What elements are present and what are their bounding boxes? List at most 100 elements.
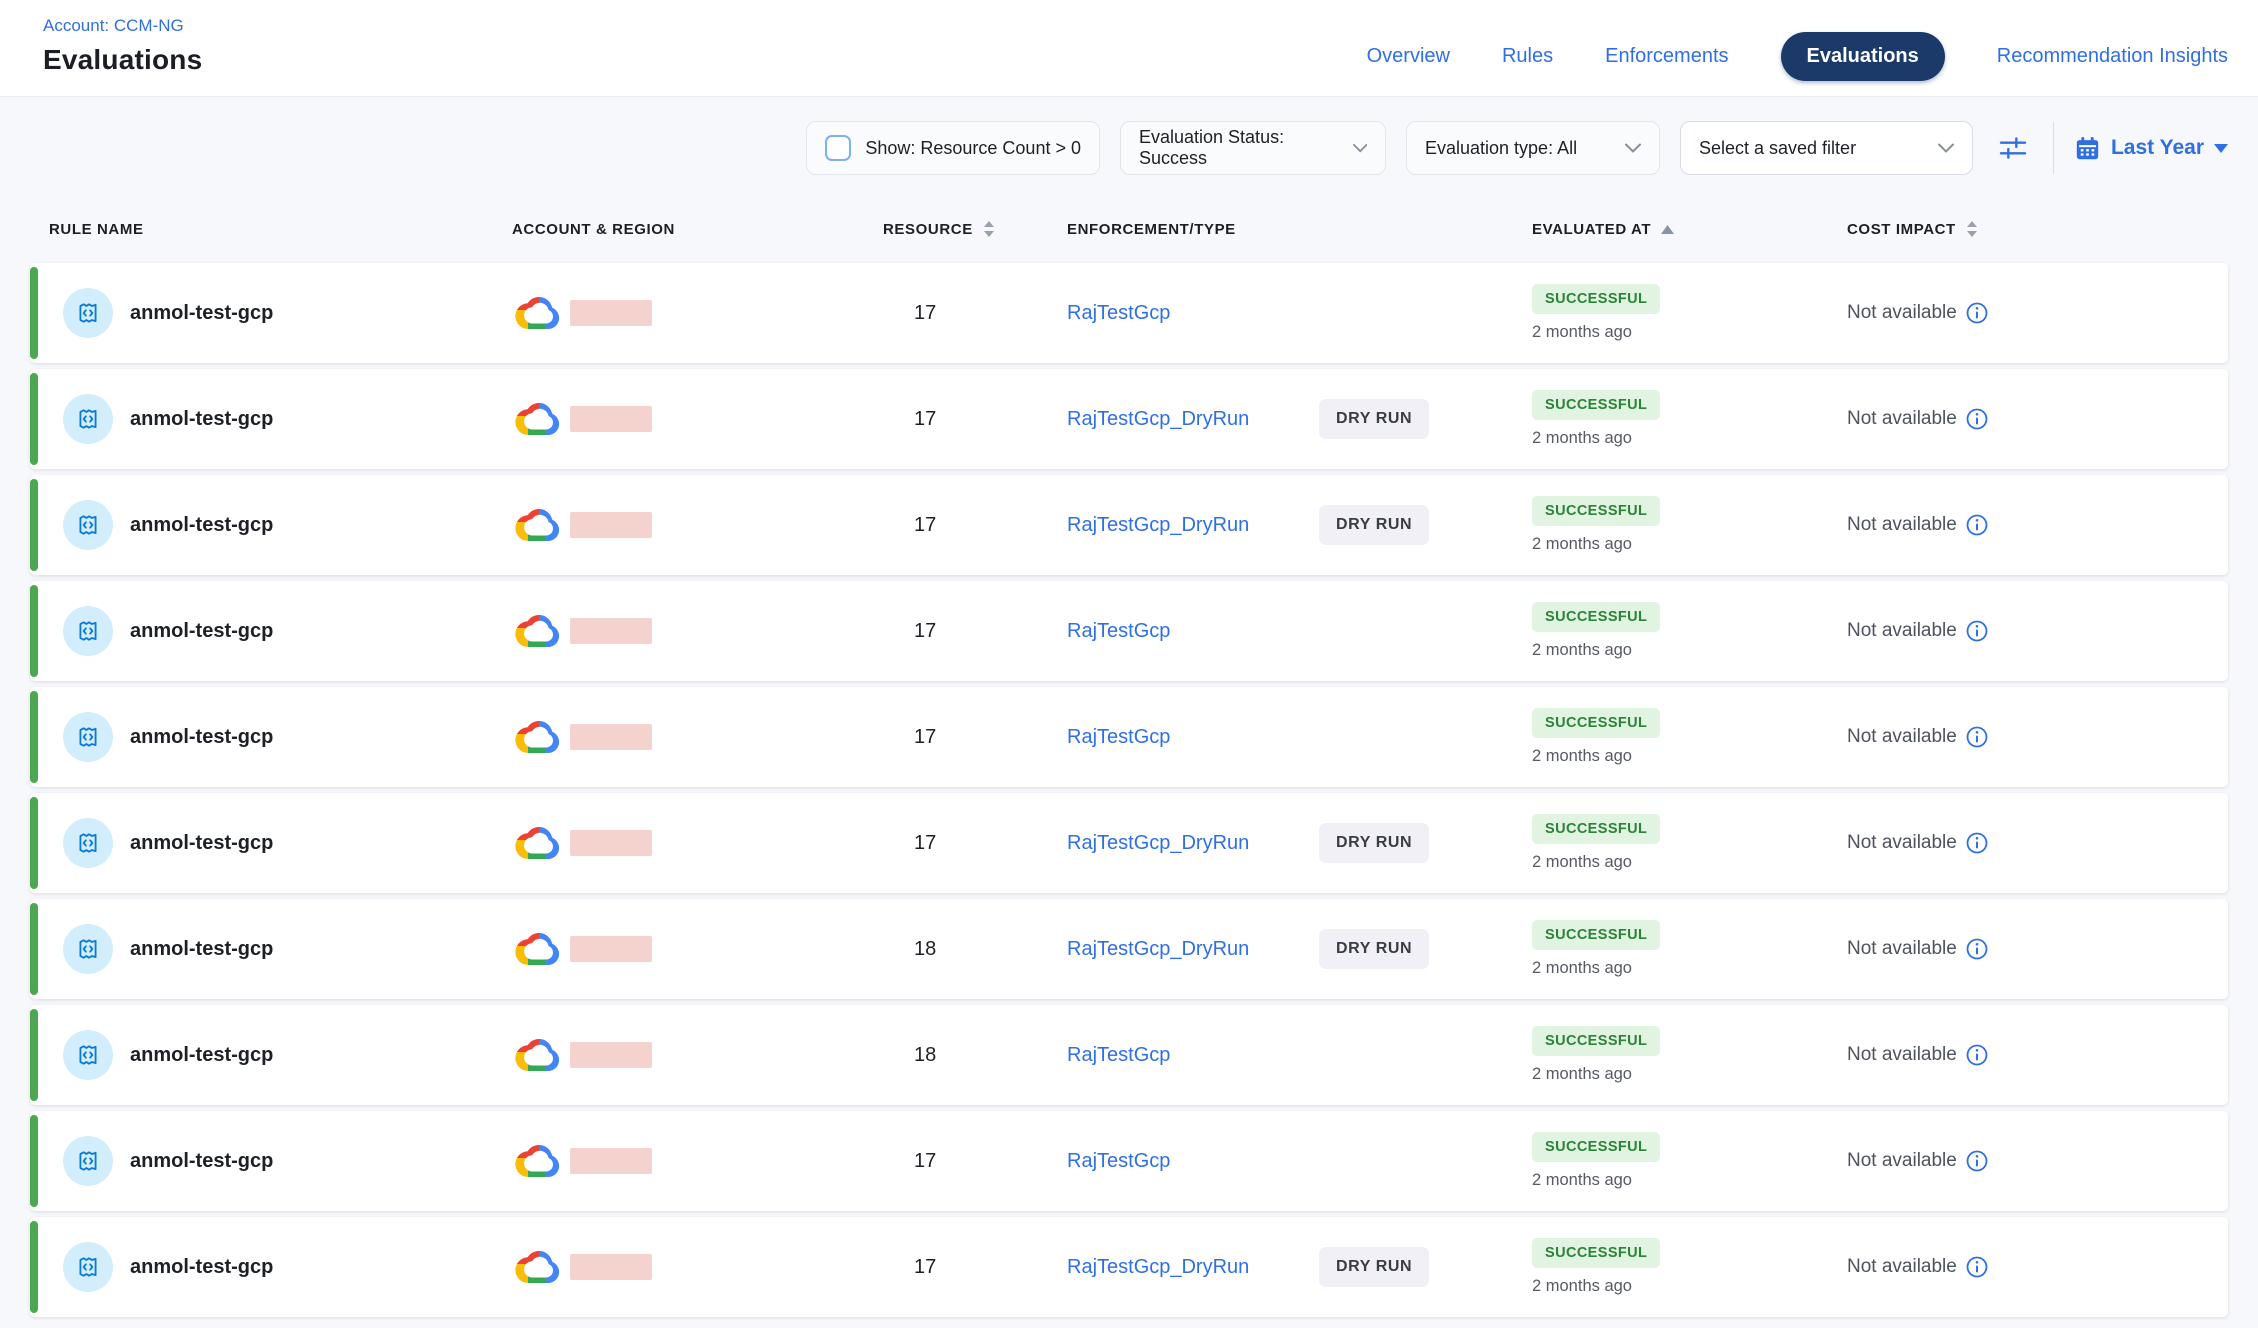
enforcement-cell: RajTestGcp_DryRun DRY RUN xyxy=(1067,899,1532,999)
gcp-icon xyxy=(515,506,563,544)
info-icon[interactable] xyxy=(1966,1044,1988,1066)
column-enforcement-type: ENFORCEMENT/TYPE xyxy=(1067,221,1532,238)
redacted-account-name xyxy=(570,618,652,644)
resource-count-label: Show: Resource Count > 0 xyxy=(865,138,1081,159)
gcp-icon xyxy=(515,400,563,438)
resource-count-filter-chip[interactable]: Show: Resource Count > 0 xyxy=(806,121,1100,175)
tab-rules[interactable]: Rules xyxy=(1502,45,1553,68)
evaluation-type-dropdown[interactable]: Evaluation type: All xyxy=(1406,121,1660,175)
table-row[interactable]: anmol-test-gcp 18 xyxy=(30,1005,2228,1105)
tab-recommendation-insights[interactable]: Recommendation Insights xyxy=(1997,45,2228,68)
enforcement-link[interactable]: RajTestGcp_DryRun xyxy=(1067,832,1319,855)
redacted-account-name xyxy=(570,1042,652,1068)
cost-impact-value: Not available xyxy=(1847,832,1957,854)
filter-settings-button[interactable] xyxy=(1993,128,2033,168)
column-resource[interactable]: RESOURCE xyxy=(883,220,1067,238)
info-icon[interactable] xyxy=(1966,514,1988,536)
filter-bar: Show: Resource Count > 0 Evaluation Stat… xyxy=(0,97,2258,175)
resource-cell: 18 xyxy=(883,1005,1067,1105)
table-row[interactable]: anmol-test-gcp 17 xyxy=(30,581,2228,681)
dry-run-badge: DRY RUN xyxy=(1319,1247,1429,1287)
info-icon[interactable] xyxy=(1966,408,1988,430)
info-icon[interactable] xyxy=(1966,726,1988,748)
table-row[interactable]: anmol-test-gcp 17 xyxy=(30,1111,2228,1211)
enforcement-link[interactable]: RajTestGcp xyxy=(1067,726,1319,749)
resource-cell: 17 xyxy=(883,369,1067,469)
rule-cell: anmol-test-gcp xyxy=(49,899,512,999)
chevron-down-icon xyxy=(1625,143,1641,153)
cost-impact-cell: Not available xyxy=(1847,793,2228,893)
evaluated-time: 2 months ago xyxy=(1532,853,1632,872)
resource-cell: 17 xyxy=(883,475,1067,575)
status-badge: SUCCESSFUL xyxy=(1532,390,1660,420)
gcp-icon xyxy=(515,1248,563,1286)
table-row[interactable]: anmol-test-gcp 17 xyxy=(30,1217,2228,1317)
enforcement-link[interactable]: RajTestGcp xyxy=(1067,302,1319,325)
row-accent-bar xyxy=(30,1221,38,1313)
info-icon[interactable] xyxy=(1966,1150,1988,1172)
sort-asc-icon[interactable] xyxy=(1661,225,1674,234)
evaluation-status-dropdown[interactable]: Evaluation Status: Success xyxy=(1120,121,1386,175)
evaluated-at-cell: SUCCESSFUL 2 months ago xyxy=(1532,1217,1847,1317)
tab-overview[interactable]: Overview xyxy=(1367,45,1450,68)
redacted-account-name xyxy=(570,512,652,538)
table-row[interactable]: anmol-test-gcp 17 xyxy=(30,793,2228,893)
evaluated-at-cell: SUCCESSFUL 2 months ago xyxy=(1532,263,1847,363)
column-account-region: ACCOUNT & REGION xyxy=(512,221,883,238)
date-range-button[interactable]: Last Year xyxy=(2074,135,2228,162)
tab-enforcements[interactable]: Enforcements xyxy=(1605,45,1728,68)
enforcement-link[interactable]: RajTestGcp_DryRun xyxy=(1067,514,1319,537)
table-row[interactable]: anmol-test-gcp 18 xyxy=(30,899,2228,999)
rule-code-icon xyxy=(75,618,101,644)
dry-run-badge: DRY RUN xyxy=(1319,823,1429,863)
table-row[interactable]: anmol-test-gcp 17 xyxy=(30,369,2228,469)
rule-name: anmol-test-gcp xyxy=(130,938,273,961)
page-title: Evaluations xyxy=(43,44,202,76)
tab-evaluations[interactable]: Evaluations xyxy=(1781,32,1945,81)
info-icon[interactable] xyxy=(1966,832,1988,854)
redacted-account-name xyxy=(570,830,652,856)
enforcement-link[interactable]: RajTestGcp_DryRun xyxy=(1067,408,1319,431)
rule-cell: anmol-test-gcp xyxy=(49,687,512,787)
account-region-cell xyxy=(512,687,883,787)
evaluated-at-cell: SUCCESSFUL 2 months ago xyxy=(1532,687,1847,787)
account-region-cell xyxy=(512,1217,883,1317)
info-icon[interactable] xyxy=(1966,938,1988,960)
row-accent-bar xyxy=(30,797,38,889)
saved-filter-dropdown[interactable]: Select a saved filter xyxy=(1680,121,1973,175)
calendar-icon xyxy=(2074,135,2101,162)
table-row[interactable]: anmol-test-gcp 17 xyxy=(30,475,2228,575)
rule-code-icon xyxy=(75,300,101,326)
caret-down-icon xyxy=(2214,144,2228,153)
table-row[interactable]: anmol-test-gcp 17 xyxy=(30,263,2228,363)
rule-name: anmol-test-gcp xyxy=(130,832,273,855)
account-breadcrumb[interactable]: Account: CCM-NG xyxy=(43,16,202,36)
enforcement-link[interactable]: RajTestGcp xyxy=(1067,620,1319,643)
evaluated-at-cell: SUCCESSFUL 2 months ago xyxy=(1532,899,1847,999)
column-evaluated-at[interactable]: EVALUATED AT xyxy=(1532,221,1847,238)
enforcement-link[interactable]: RajTestGcp xyxy=(1067,1044,1319,1067)
resource-count: 18 xyxy=(914,1044,936,1067)
enforcement-link[interactable]: RajTestGcp_DryRun xyxy=(1067,1256,1319,1279)
info-icon[interactable] xyxy=(1966,620,1988,642)
resource-count-checkbox[interactable] xyxy=(825,135,851,161)
row-accent-bar xyxy=(30,373,38,465)
rule-icon-circle xyxy=(63,500,113,550)
cost-impact-value: Not available xyxy=(1847,514,1957,536)
column-cost-impact[interactable]: COST IMPACT xyxy=(1847,220,2228,238)
enforcement-cell: RajTestGcp_DryRun DRY RUN xyxy=(1067,369,1532,469)
evaluated-time: 2 months ago xyxy=(1532,1277,1632,1296)
enforcement-link[interactable]: RajTestGcp_DryRun xyxy=(1067,938,1319,961)
cost-impact-value: Not available xyxy=(1847,726,1957,748)
cost-impact-cell: Not available xyxy=(1847,1005,2228,1105)
enforcement-link[interactable]: RajTestGcp xyxy=(1067,1150,1319,1173)
info-icon[interactable] xyxy=(1966,302,1988,324)
info-icon[interactable] xyxy=(1966,1256,1988,1278)
status-badge: SUCCESSFUL xyxy=(1532,1026,1660,1056)
table-row[interactable]: anmol-test-gcp 17 xyxy=(30,687,2228,787)
enforcement-cell: RajTestGcp_DryRun DRY RUN xyxy=(1067,1217,1532,1317)
rule-code-icon xyxy=(75,1254,101,1280)
sort-both-icon[interactable] xyxy=(983,220,995,238)
sort-both-icon[interactable] xyxy=(1966,220,1978,238)
status-badge: SUCCESSFUL xyxy=(1532,496,1660,526)
